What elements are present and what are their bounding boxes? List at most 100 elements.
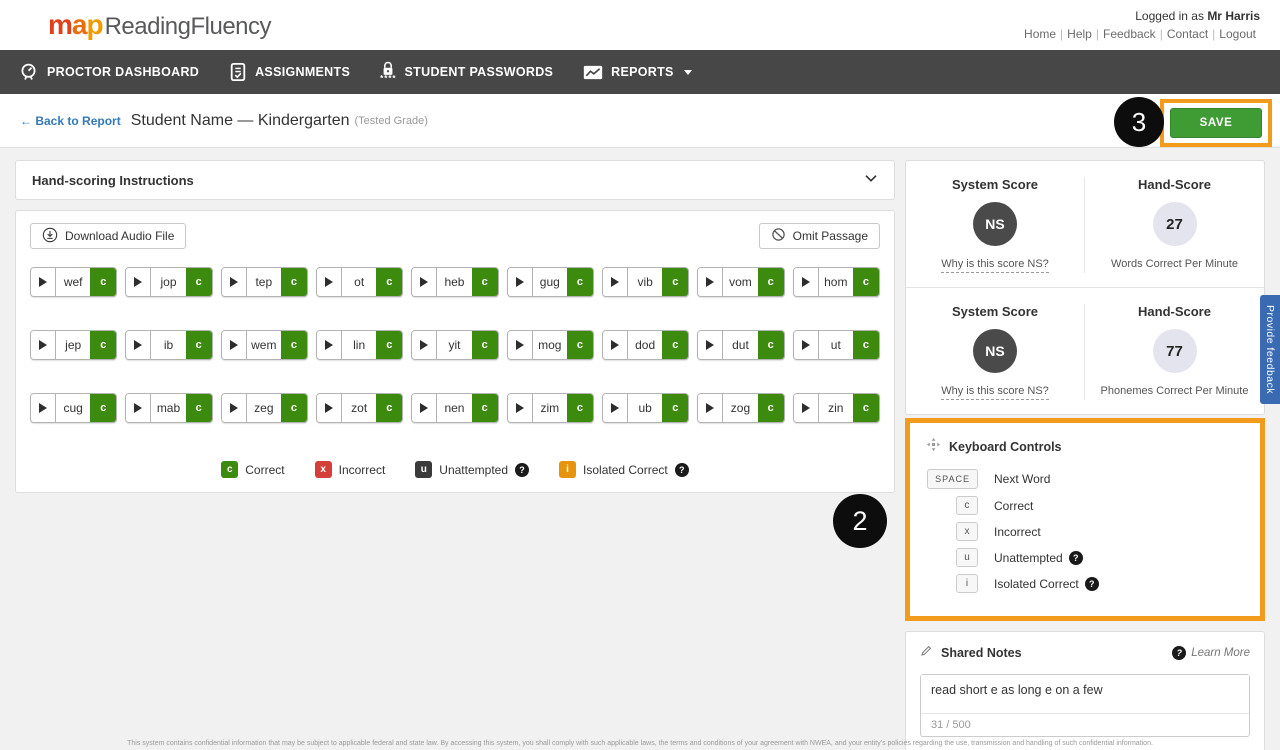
play-audio-button[interactable] [126,331,151,359]
word-status-badge[interactable]: c [90,331,116,359]
page: map ReadingFluency Logged in as Mr Harri… [0,0,1280,750]
help-icon[interactable] [675,463,689,477]
word-status-badge[interactable]: c [186,394,212,422]
word-status-badge[interactable]: c [376,331,402,359]
nav-reports[interactable]: REPORTS [583,64,692,81]
why-ns-link[interactable]: Why is this score NS? [941,258,1049,273]
note-box: read short e as long e on a few 31 / 500 [920,674,1250,737]
play-audio-button[interactable] [126,394,151,422]
word-status-badge[interactable]: c [90,394,116,422]
word-status-badge[interactable]: c [662,268,688,296]
play-audio-button[interactable] [222,394,247,422]
play-audio-button[interactable] [412,331,437,359]
word-status-badge[interactable]: c [567,268,593,296]
nav-proctor-dashboard[interactable]: PROCTOR DASHBOARD [18,62,199,83]
play-audio-button[interactable] [794,394,819,422]
hand-scoring-instructions-accordion[interactable]: Hand-scoring Instructions [15,160,895,200]
word-status-badge[interactable]: c [472,331,498,359]
download-audio-button[interactable]: Download Audio File [30,223,186,249]
system-score-heading: System Score [952,177,1038,192]
c-key[interactable]: c [956,496,978,515]
logo-letter: a [72,9,87,40]
word-status-badge[interactable]: c [567,394,593,422]
word-status-badge[interactable]: c [90,268,116,296]
word-status-badge[interactable]: c [281,268,307,296]
word-status-badge[interactable]: c [662,394,688,422]
word-status-badge[interactable]: c [853,394,879,422]
annotation-step-2-badge: 2 [833,494,887,548]
nav-label: REPORTS [611,65,674,79]
play-audio-button[interactable] [222,268,247,296]
word-status-badge[interactable]: c [758,268,784,296]
word-status-badge[interactable]: c [281,394,307,422]
play-audio-button[interactable] [698,394,723,422]
play-audio-button[interactable] [317,394,342,422]
play-audio-button[interactable] [603,268,628,296]
play-audio-button[interactable] [508,268,533,296]
u-key[interactable]: u [956,548,978,567]
play-icon [706,340,714,350]
logo-map-text: map [48,9,103,41]
play-audio-button[interactable] [794,331,819,359]
play-audio-button[interactable] [603,331,628,359]
play-audio-button[interactable] [31,331,56,359]
word-status-badge[interactable]: c [376,394,402,422]
help-link[interactable]: Help [1063,27,1096,41]
provide-feedback-tab[interactable]: Provide feedback [1260,295,1280,404]
play-audio-button[interactable] [31,268,56,296]
nav-assignments[interactable]: ASSIGNMENTS [229,62,350,82]
word-status-badge[interactable]: c [853,331,879,359]
word-status-badge[interactable]: c [662,331,688,359]
contact-link[interactable]: Contact [1163,27,1212,41]
play-audio-button[interactable] [126,268,151,296]
why-ns-link[interactable]: Why is this score NS? [941,385,1049,400]
word-label: heb [437,268,471,296]
legend-label: Incorrect [339,463,386,477]
word-status-badge[interactable]: c [758,331,784,359]
word-item: ubc [602,393,689,423]
home-link[interactable]: Home [1020,27,1060,41]
play-audio-button[interactable] [412,394,437,422]
word-status-badge[interactable]: c [853,268,879,296]
shortcut-label-text: Isolated Correct [994,577,1079,591]
help-icon[interactable] [515,463,529,477]
feedback-link[interactable]: Feedback [1099,27,1160,41]
learn-more-link[interactable]: Learn More [1172,646,1250,660]
play-audio-button[interactable] [508,331,533,359]
play-audio-button[interactable] [794,268,819,296]
word-item: hebc [411,267,498,297]
x-key[interactable]: x [956,522,978,541]
key-column: x [926,522,978,541]
play-audio-button[interactable] [698,268,723,296]
word-item: otc [316,267,403,297]
save-button[interactable]: SAVE [1170,108,1262,138]
word-row: jepc ibc wemc linc yitc mogc dodc dutc u… [30,330,880,360]
word-status-badge[interactable]: c [758,394,784,422]
shared-notes-input[interactable]: read short e as long e on a few [921,675,1249,713]
back-to-report-link[interactable]: Back to Report [20,114,121,128]
word-status-badge[interactable]: c [281,331,307,359]
omit-passage-button[interactable]: Omit Passage [759,223,880,249]
play-audio-button[interactable] [317,268,342,296]
play-audio-button[interactable] [317,331,342,359]
play-audio-button[interactable] [698,331,723,359]
i-key[interactable]: i [956,574,978,593]
word-status-badge[interactable]: c [186,331,212,359]
word-status-badge[interactable]: c [472,394,498,422]
word-status-badge[interactable]: c [186,268,212,296]
help-icon[interactable] [1085,577,1099,591]
play-audio-button[interactable] [31,394,56,422]
help-icon[interactable] [1069,551,1083,565]
play-audio-button[interactable] [508,394,533,422]
word-status-badge[interactable]: c [567,331,593,359]
play-audio-button[interactable] [222,331,247,359]
word-status-badge[interactable]: c [376,268,402,296]
logout-link[interactable]: Logout [1215,27,1260,41]
word-status-badge[interactable]: c [472,268,498,296]
logged-in-user: Mr Harris [1207,9,1260,23]
space-key[interactable]: SPACE [927,469,978,489]
word-item: vomc [697,267,784,297]
play-audio-button[interactable] [412,268,437,296]
play-audio-button[interactable] [603,394,628,422]
nav-student-passwords[interactable]: **** STUDENT PASSWORDS [380,61,553,83]
